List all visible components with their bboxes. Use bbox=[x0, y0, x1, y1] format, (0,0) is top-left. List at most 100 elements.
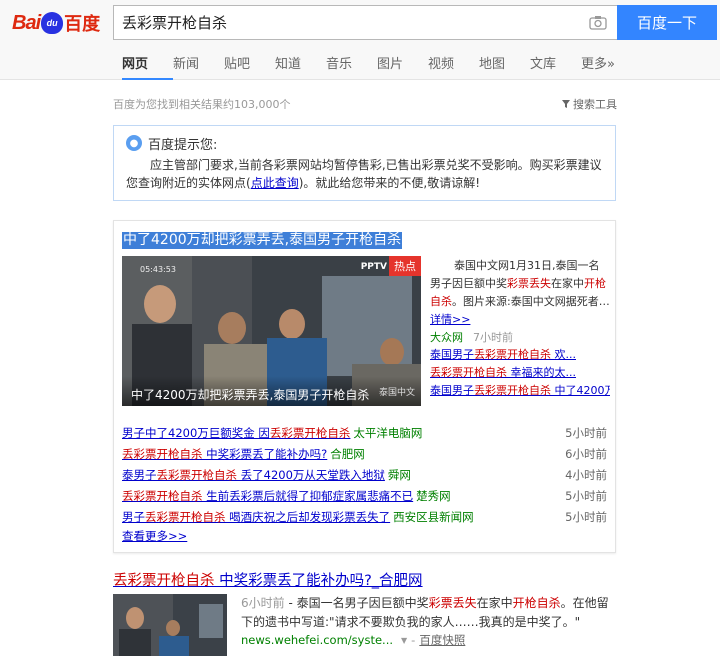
notice-query-link[interactable]: 点此查询 bbox=[251, 176, 299, 190]
side-link[interactable]: 泰国男子丢彩票开枪自杀 中了4200万... bbox=[430, 382, 610, 400]
list-item: 男子丢彩票开枪自杀 喝酒庆祝之后却发现彩票丢失了 西安区县新闻网 5小时前 bbox=[122, 507, 607, 528]
news-link-post: 中奖彩票丢了能补办吗? bbox=[202, 447, 328, 461]
news-source-line: 大众网 7小时前 bbox=[430, 329, 610, 346]
channel-logo: PPTV bbox=[360, 262, 387, 272]
news-link[interactable]: 男子中了4200万巨额奖金 因丢彩票开枪自杀 bbox=[122, 426, 350, 440]
news-item-time: 5小时前 bbox=[565, 510, 607, 524]
news-link-highlight: 丢彩票开枪自杀 bbox=[145, 510, 226, 524]
side-link-pre: 泰国男子 bbox=[430, 348, 474, 361]
side-link-post: 幸福来的太... bbox=[507, 366, 576, 379]
side-link-highlight: 丢彩票开枪自杀 bbox=[474, 348, 551, 361]
news-link-pre: 男子 bbox=[122, 510, 145, 524]
video-timestamp: 05:43:53 bbox=[140, 265, 176, 274]
news-item-time: 5小时前 bbox=[565, 489, 607, 503]
search-box bbox=[113, 5, 617, 40]
news-link[interactable]: 丢彩票开枪自杀 生前丢彩票后就得了抑郁症家属悲痛不已 bbox=[122, 489, 413, 503]
side-link-post: 欢... bbox=[551, 348, 576, 361]
list-item: 男子中了4200万巨额奖金 因丢彩票开枪自杀 太平洋电脑网 5小时前 bbox=[122, 423, 607, 444]
result-time: 6小时前 bbox=[241, 596, 285, 610]
news-link-post: 丢了4200万从天堂跌入地狱 bbox=[237, 468, 385, 482]
tab-news[interactable]: 新闻 bbox=[173, 52, 224, 80]
tab-more[interactable]: 更多» bbox=[581, 52, 626, 80]
search-tools-label: 搜索工具 bbox=[573, 98, 617, 111]
cache-link[interactable]: 百度快照 bbox=[419, 632, 465, 648]
dropdown-caret-icon[interactable]: ▼ bbox=[401, 636, 407, 645]
side-link[interactable]: 丢彩票开枪自杀 幸福来的太... bbox=[430, 364, 610, 382]
news-item-time: 4小时前 bbox=[565, 468, 607, 482]
result-url-line: news.wehefei.com/syste... ▼ - 百度快照 bbox=[241, 632, 465, 648]
info-bulb-icon: ● bbox=[126, 135, 142, 151]
logo-latin: Bai bbox=[12, 11, 41, 34]
news-item-source: 舜网 bbox=[387, 468, 411, 482]
news-item-time: 6小时前 bbox=[565, 447, 607, 461]
news-card-image[interactable]: 05:43:53 PPTV 热点 中了4200万却把彩票弄丢,泰国男子开枪自杀 … bbox=[122, 256, 421, 406]
news-item-source: 西安区县新闻网 bbox=[393, 510, 474, 524]
news-card-side: 泰国中文网1月31日,泰国一名男子因巨额中奖彩票丢失在家中开枪自杀。图片来源:泰… bbox=[430, 257, 610, 400]
side-link-highlight: 丢彩票开枪自杀 bbox=[430, 366, 507, 379]
tab-wenku[interactable]: 文库 bbox=[530, 52, 581, 80]
side-link-post: 中了4200万... bbox=[554, 384, 610, 397]
notice-box: ● 百度提示您: 应主管部门要求,当前各彩票网站均暂停售彩,已售出彩票兑奖不受影… bbox=[113, 125, 616, 201]
search-button[interactable]: 百度一下 bbox=[617, 5, 717, 40]
list-item: 泰男子丢彩票开枪自杀 丢了4200万从天堂跌入地狱 舜网 4小时前 bbox=[122, 465, 607, 486]
side-link-highlight: 丢彩票开枪自杀 bbox=[474, 384, 551, 397]
tab-music[interactable]: 音乐 bbox=[326, 52, 377, 80]
image-caption: 中了4200万却把彩票弄丢,泰国男子开枪自杀 bbox=[122, 376, 421, 406]
tab-bar: 网页 新闻 贴吧 知道 音乐 图片 视频 地图 文库 更多» bbox=[122, 52, 626, 80]
header: Bai du 百度 百度一下 网页 新闻 贴吧 知道 音乐 图片 视频 地图 文… bbox=[0, 0, 720, 80]
snippet-mid: 在家中 bbox=[476, 596, 513, 610]
tab-web[interactable]: 网页 bbox=[122, 52, 173, 80]
summary-highlight1: 彩票丢失 bbox=[507, 277, 551, 290]
news-link[interactable]: 男子丢彩票开枪自杀 喝酒庆祝之后却发现彩票丢失了 bbox=[122, 510, 390, 524]
news-time: 7小时前 bbox=[473, 331, 513, 344]
news-link[interactable]: 丢彩票开枪自杀 中奖彩票丢了能补办吗? bbox=[122, 447, 327, 461]
news-item-source: 楚秀网 bbox=[416, 489, 451, 503]
search-tools-button[interactable]: 搜索工具 bbox=[562, 96, 617, 112]
tab-video[interactable]: 视频 bbox=[428, 52, 479, 80]
snippet-highlight1: 彩票丢失 bbox=[428, 596, 477, 610]
notice-text: 应主管部门要求,当前各彩票网站均暂停售彩,已售出彩票兑奖不受影响。购买彩票建议您… bbox=[126, 156, 603, 192]
news-item-source: 合肥网 bbox=[330, 447, 365, 461]
news-card-title[interactable]: 中了4200万却把彩票弄丢,泰国男子开枪自杀 bbox=[122, 232, 403, 249]
result-thumbnail[interactable] bbox=[113, 594, 227, 656]
side-link[interactable]: 泰国男子丢彩票开枪自杀 欢... bbox=[430, 346, 610, 364]
result-title-link[interactable]: 丢彩票开枪自杀 中奖彩票丢了能补办吗?_合肥网 bbox=[113, 569, 423, 590]
news-link-highlight: 丢彩票开枪自杀 bbox=[156, 468, 238, 482]
result-snippet: 6小时前 - 泰国一名男子因巨额中奖彩票丢失在家中开枪自杀。在他留下的遗书中写道… bbox=[241, 594, 611, 632]
news-link-highlight: 丢彩票开枪自杀 bbox=[122, 489, 203, 503]
news-link-highlight: 丢彩票开枪自杀 bbox=[122, 447, 203, 461]
news-link-pre: 男子中了4200万巨额奖金 因 bbox=[122, 426, 270, 440]
search-input[interactable] bbox=[114, 6, 574, 39]
camera-icon[interactable] bbox=[589, 15, 607, 30]
news-source: 大众网 bbox=[430, 331, 463, 344]
funnel-icon bbox=[562, 100, 570, 108]
news-list: 男子中了4200万巨额奖金 因丢彩票开枪自杀 太平洋电脑网 5小时前 丢彩票开枪自… bbox=[122, 423, 607, 528]
news-link-pre: 泰男子 bbox=[122, 468, 157, 482]
news-link-post: 喝酒庆祝之后却发现彩票丢失了 bbox=[225, 510, 391, 524]
image-source-mark: 泰国中文 bbox=[378, 388, 415, 398]
summary-part2: 在家中 bbox=[551, 277, 584, 290]
list-item: 丢彩票开枪自杀 中奖彩票丢了能补办吗? 合肥网 6小时前 bbox=[122, 444, 607, 465]
result-url: news.wehefei.com/syste... bbox=[241, 633, 394, 647]
hot-badge: 热点 bbox=[389, 256, 421, 276]
tab-tieba[interactable]: 贴吧 bbox=[224, 52, 275, 80]
result-count: 百度为您找到相关结果约103,000个 bbox=[113, 98, 291, 111]
tab-map[interactable]: 地图 bbox=[479, 52, 530, 80]
summary-part3: 。图片来源:泰国中文网据死者… bbox=[452, 295, 610, 308]
news-summary: 泰国中文网1月31日,泰国一名男子因巨额中奖彩票丢失在家中开枪自杀。图片来源:泰… bbox=[430, 257, 610, 329]
notice-text-after: )。就此给您带来的不便,敬请谅解! bbox=[298, 176, 481, 190]
tab-zhidao[interactable]: 知道 bbox=[275, 52, 326, 80]
view-more-link[interactable]: 查看更多>> bbox=[122, 528, 187, 544]
news-item-time: 5小时前 bbox=[565, 426, 607, 440]
news-card: 中了4200万却把彩票弄丢,泰国男子开枪自杀 05:43:53 PPTV 热点 … bbox=[113, 220, 616, 553]
news-link[interactable]: 泰男子丢彩票开枪自杀 丢了4200万从天堂跌入地狱 bbox=[122, 468, 385, 482]
result-photo bbox=[113, 594, 227, 656]
separator: - bbox=[411, 633, 416, 647]
side-link-pre: 泰国男子 bbox=[430, 384, 474, 397]
news-item-source: 太平洋电脑网 bbox=[353, 426, 423, 440]
tab-images[interactable]: 图片 bbox=[377, 52, 428, 80]
snippet-highlight2: 开枪自杀 bbox=[512, 596, 561, 610]
baidu-logo[interactable]: Bai du 百度 bbox=[12, 6, 106, 40]
snippet-pre: - 泰国一名男子因巨额中奖 bbox=[284, 596, 429, 610]
details-link[interactable]: 详情>> bbox=[430, 313, 470, 326]
